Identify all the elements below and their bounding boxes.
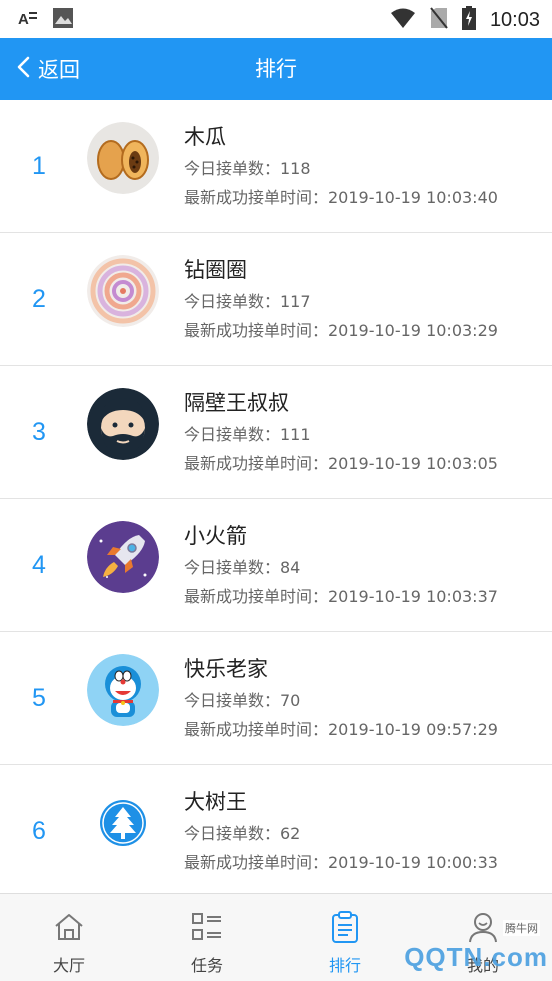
tab-label: 排行	[328, 956, 361, 975]
last-order-time: 最新成功接单时间：2019-10-19 10:03:40	[184, 188, 498, 207]
watermark: 腾牛网 QQTN.com	[404, 920, 548, 973]
user-name: 隔壁王叔叔	[184, 391, 289, 415]
user-name: 木瓜	[184, 125, 226, 149]
app-bar: 排行 返回	[0, 38, 552, 100]
today-order-count: 今日接单数：117	[184, 292, 311, 311]
ranking-info: 快乐老家 今日接单数：70 最新成功接单时间：2019-10-19 09:57:…	[184, 654, 498, 742]
last-order-time: 最新成功接单时间：2019-10-19 10:00:33	[184, 853, 498, 872]
chevron-left-icon	[16, 56, 32, 82]
tab-label: 任务	[190, 956, 223, 975]
ranking-list: 1 木瓜 今日接单数：118 最新成功接单时间：2019-10-19 10:03…	[0, 100, 552, 898]
status-bar: A 10:03	[0, 0, 552, 38]
ranking-info: 小火箭 今日接单数：84 最新成功接单时间：2019-10-19 10:03:3…	[184, 521, 498, 609]
task-list-icon	[190, 910, 224, 948]
tab-hall[interactable]: 大厅	[0, 894, 138, 981]
ranking-row[interactable]: 6 大树王 今日接单数：62 最新成功接单时间：2019-10-19 10:00…	[0, 765, 552, 898]
rank-number: 4	[32, 550, 46, 579]
tree-avatar	[87, 787, 159, 859]
last-order-time: 最新成功接单时间：2019-10-19 10:03:29	[184, 321, 498, 340]
bearded-man-avatar	[87, 388, 159, 460]
tab-tasks[interactable]: 任务	[138, 894, 276, 981]
watermark-small-text: 腾牛网	[503, 920, 540, 936]
today-order-count: 今日接单数：111	[184, 425, 311, 444]
page-title: 排行	[255, 57, 297, 81]
papaya-avatar	[87, 122, 159, 194]
user-name: 钻圈圈	[184, 258, 247, 282]
rank-number: 6	[32, 816, 46, 845]
no-sim-icon	[430, 7, 448, 33]
last-order-time: 最新成功接单时间：2019-10-19 10:03:37	[184, 587, 498, 606]
swirl-avatar	[87, 255, 159, 327]
tab-label: 大厅	[52, 956, 85, 975]
today-order-count: 今日接单数：70	[184, 691, 301, 710]
watermark-text: QQTN.com	[404, 942, 548, 972]
last-order-time: 最新成功接单时间：2019-10-19 10:03:05	[184, 454, 498, 473]
ranking-info: 隔壁王叔叔 今日接单数：111 最新成功接单时间：2019-10-19 10:0…	[184, 388, 498, 476]
rank-number: 2	[32, 284, 46, 313]
ranking-row[interactable]: 2 钻圈圈 今日接单数：117 最新成功接单时间：2019-10-19 10:0…	[0, 233, 552, 366]
today-order-count: 今日接单数：84	[184, 558, 301, 577]
ranking-row[interactable]: 1 木瓜 今日接单数：118 最新成功接单时间：2019-10-19 10:03…	[0, 100, 552, 233]
ranking-row[interactable]: 5 快乐老家 今日接单数：70 最新成功接单时间：2019-10-19 09:5…	[0, 632, 552, 765]
clipboard-icon	[328, 910, 362, 948]
clock: 10:03	[489, 8, 540, 31]
today-order-count: 今日接单数：118	[184, 159, 311, 178]
doraemon-avatar	[87, 654, 159, 726]
battery-charging-icon	[461, 6, 476, 34]
home-icon	[52, 910, 86, 948]
ranking-row[interactable]: 3 隔壁王叔叔 今日接单数：111 最新成功接单时间：2019-10-19 10…	[0, 366, 552, 499]
back-label: 返回	[38, 58, 80, 82]
rank-number: 3	[32, 417, 46, 446]
photo-icon	[52, 7, 74, 33]
font-a-icon: A	[18, 9, 38, 31]
user-name: 小火箭	[184, 524, 247, 548]
ranking-info: 大树王 今日接单数：62 最新成功接单时间：2019-10-19 10:00:3…	[184, 787, 498, 875]
back-button[interactable]: 返回	[16, 38, 80, 100]
ranking-info: 钻圈圈 今日接单数：117 最新成功接单时间：2019-10-19 10:03:…	[184, 255, 498, 343]
last-order-time: 最新成功接单时间：2019-10-19 09:57:29	[184, 720, 498, 739]
ranking-row[interactable]: 4 小火箭 今日接单数：84 最新成功接单时间：2019-10-19 10:03…	[0, 499, 552, 632]
svg-text:A: A	[18, 11, 29, 27]
rocket-avatar	[87, 521, 159, 593]
user-name: 大树王	[184, 790, 247, 814]
rank-number: 5	[32, 683, 46, 712]
wifi-icon	[390, 7, 416, 33]
tab-ranking[interactable]: 排行	[276, 894, 414, 981]
user-name: 快乐老家	[184, 657, 268, 681]
rank-number: 1	[32, 151, 46, 180]
today-order-count: 今日接单数：62	[184, 824, 301, 843]
ranking-info: 木瓜 今日接单数：118 最新成功接单时间：2019-10-19 10:03:4…	[184, 122, 498, 210]
